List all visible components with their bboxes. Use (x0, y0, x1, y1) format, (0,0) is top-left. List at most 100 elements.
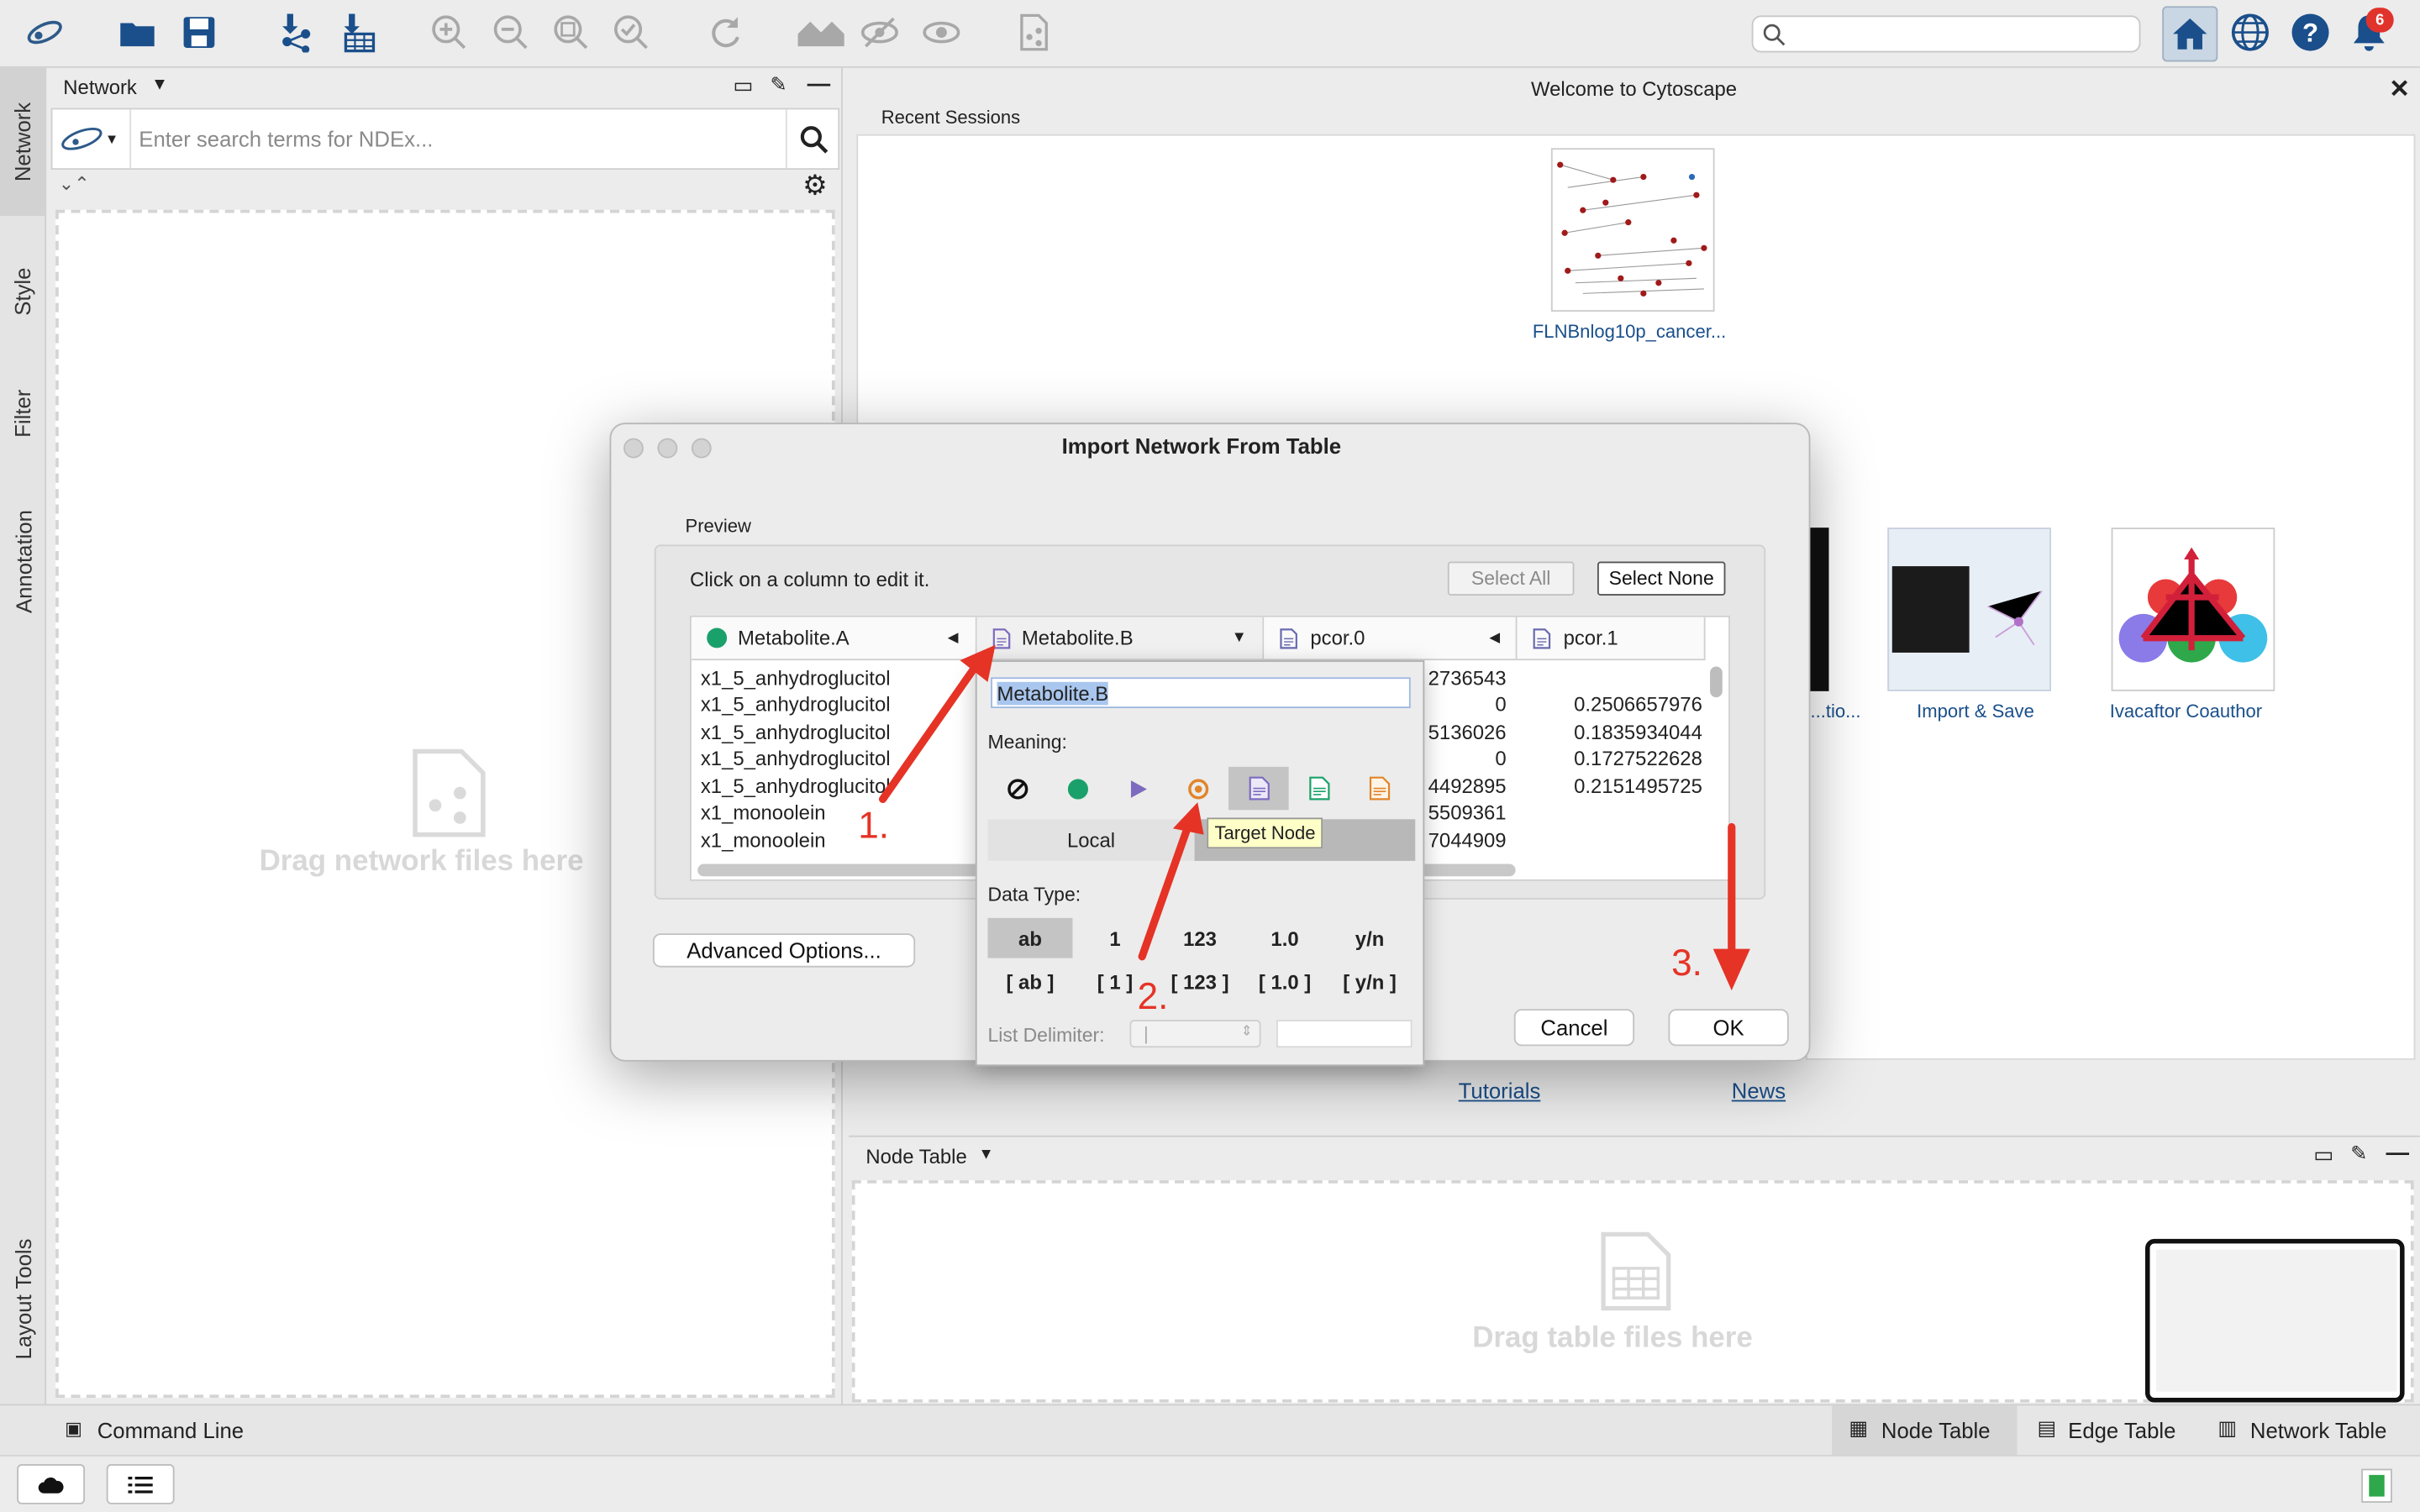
sample-link-ivacaftor[interactable]: Ivacaftor Coauthor (2110, 701, 2262, 722)
network-file-icon[interactable] (1011, 9, 1057, 55)
tutorials-link[interactable]: Tutorials (1459, 1079, 1541, 1103)
import-table-icon[interactable] (334, 9, 380, 55)
command-line-toggle[interactable]: Command Line (97, 1418, 244, 1442)
zoom-out-icon[interactable] (487, 9, 534, 55)
meaning-none-button[interactable] (987, 767, 1048, 810)
meaning-edge-attribute-button[interactable] (1289, 767, 1349, 810)
home-icon (2173, 18, 2207, 50)
svg-text:?: ? (2302, 18, 2318, 48)
meaning-source-node-button[interactable] (1048, 767, 1108, 810)
window-zoom-light[interactable] (691, 438, 712, 459)
save-icon[interactable] (176, 9, 222, 55)
network-panel-title[interactable]: Network (63, 76, 137, 99)
meaning-target-node-button[interactable] (1168, 767, 1228, 810)
table-icon: ▥ (2217, 1416, 2237, 1440)
help-icon[interactable]: ? (2287, 9, 2333, 55)
select-none-button[interactable]: Select None (1597, 561, 1726, 596)
cloud-button[interactable] (17, 1464, 86, 1504)
hide-icon[interactable] (856, 9, 902, 55)
data-type-label: Data Type: (987, 884, 1081, 906)
type-integer-button[interactable]: 1 (1073, 918, 1158, 958)
tab-network[interactable]: Network (0, 67, 47, 217)
meaning-interaction-button[interactable] (1108, 767, 1169, 810)
search-icon[interactable] (799, 125, 829, 155)
type-double-list-button[interactable]: [ 1.0 ] (1243, 961, 1328, 1001)
open-folder-icon[interactable] (114, 9, 160, 55)
tab-layout-tools[interactable]: Layout Tools (0, 1206, 46, 1391)
minimize-icon[interactable]: — (808, 71, 831, 97)
tab-node-table[interactable]: ▦ Node Table (1832, 1405, 2018, 1456)
ndex-search-input[interactable]: Enter search terms for NDEx... (129, 109, 787, 169)
custom-delimiter-input[interactable] (1276, 1020, 1413, 1048)
home-button[interactable] (2162, 6, 2218, 62)
minimize-icon[interactable]: — (2386, 1140, 2410, 1166)
cancel-button[interactable]: Cancel (1513, 1009, 1635, 1047)
tab-network-table[interactable]: ▥ Network Table (2207, 1405, 2417, 1455)
pin-icon[interactable]: ✎ (2350, 1142, 2367, 1166)
type-boolean-button[interactable]: y/n (1328, 918, 1413, 958)
type-string-list-button[interactable]: [ ab ] (987, 961, 1072, 1001)
meaning-target-attribute-button[interactable] (1228, 766, 1289, 811)
network-overview-thumbnail[interactable] (2145, 1238, 2405, 1403)
show-icon[interactable] (918, 9, 965, 55)
select-all-button[interactable]: Select All (1447, 561, 1575, 596)
import-network-icon[interactable] (271, 9, 318, 55)
tab-annotation[interactable]: Annotation (0, 477, 46, 647)
sample-thumbnail-partial[interactable] (1807, 528, 1829, 691)
sample-thumbnail-ivacaftor[interactable] (2111, 528, 2275, 691)
type-long-button[interactable]: 123 (1158, 918, 1243, 958)
session-thumbnail[interactable] (1550, 148, 1715, 312)
zoom-selected-icon[interactable] (608, 9, 655, 55)
sample-link-import[interactable]: Import & Save (1917, 701, 2034, 722)
table-cell: x1_5_anhydroglucitol (700, 774, 891, 798)
type-double-button[interactable]: 1.0 (1243, 918, 1328, 958)
maximize-icon[interactable]: ▭ (2313, 1142, 2333, 1168)
refresh-icon[interactable] (702, 9, 749, 55)
window-minimize-light[interactable] (657, 438, 678, 459)
memory-status-button[interactable] (2361, 1468, 2392, 1503)
caret-down-icon[interactable]: ▼ (978, 1147, 993, 1163)
meaning-source-attribute-button[interactable] (1349, 767, 1409, 810)
gear-icon[interactable]: ⚙ (802, 170, 828, 202)
vertical-scrollbar[interactable] (1710, 666, 1723, 698)
namespace-local-toggle[interactable]: Local (987, 819, 1195, 861)
table-cell: 5136026 (1428, 720, 1507, 744)
pin-icon[interactable]: ✎ (771, 72, 787, 97)
target-node-icon (1188, 778, 1209, 799)
advanced-options-button[interactable]: Advanced Options... (652, 933, 916, 968)
ok-button[interactable]: OK (1668, 1009, 1789, 1047)
window-close-light[interactable] (623, 438, 644, 459)
column-header-pcor-0[interactable]: pcor.0 ◀ (1264, 617, 1518, 661)
ndex-source-selector[interactable]: ▼ (59, 118, 124, 159)
global-search-input[interactable] (1751, 15, 2141, 53)
sample-link-partial[interactable]: ...tio... (1810, 701, 1860, 722)
sample-thumbnail-import[interactable] (1887, 528, 2051, 691)
zoom-in-icon[interactable] (426, 9, 472, 55)
task-list-button[interactable] (106, 1464, 175, 1504)
table-drop-text: Drag table files here (1472, 1322, 1753, 1355)
node-table-title[interactable]: Node Table (865, 1145, 966, 1168)
zoom-fit-icon[interactable] (548, 9, 594, 55)
show-all-icon[interactable] (793, 9, 849, 55)
session-link[interactable]: FLNBnlog10p_cancer... (1533, 321, 1726, 343)
tab-style[interactable]: Style (0, 230, 46, 354)
type-boolean-list-button[interactable]: [ y/n ] (1328, 961, 1413, 1001)
tab-filter[interactable]: Filter (0, 352, 46, 475)
type-string-button[interactable]: ab (987, 917, 1073, 958)
column-header-metabolite-b[interactable]: Metabolite.B ▼ (976, 617, 1265, 661)
globe-icon[interactable] (2227, 9, 2273, 55)
type-long-list-button[interactable]: [ 123 ] (1158, 961, 1243, 1001)
close-icon[interactable]: ✕ (2389, 74, 2410, 105)
column-name-input[interactable]: Metabolite.B (991, 677, 1411, 709)
column-header-pcor-1[interactable]: pcor.1 (1517, 617, 1706, 661)
table-cell: x1_monoolein (700, 801, 826, 824)
collapse-all-icon[interactable]: ⌄⌃ (59, 173, 90, 195)
maximize-icon[interactable]: ▭ (733, 72, 753, 98)
tab-edge-table[interactable]: ▤ Edge Table (2025, 1405, 2204, 1455)
news-link[interactable]: News (1732, 1079, 1786, 1103)
caret-down-icon[interactable]: ▼ (151, 76, 168, 94)
column-header-metabolite-a[interactable]: Metabolite.A ◀ (691, 617, 977, 661)
list-delimiter-select[interactable]: | ⇕ (1129, 1020, 1261, 1048)
cytoscape-logo-icon[interactable] (22, 9, 68, 55)
table-drop-zone[interactable]: Drag table files here (851, 1180, 2414, 1403)
